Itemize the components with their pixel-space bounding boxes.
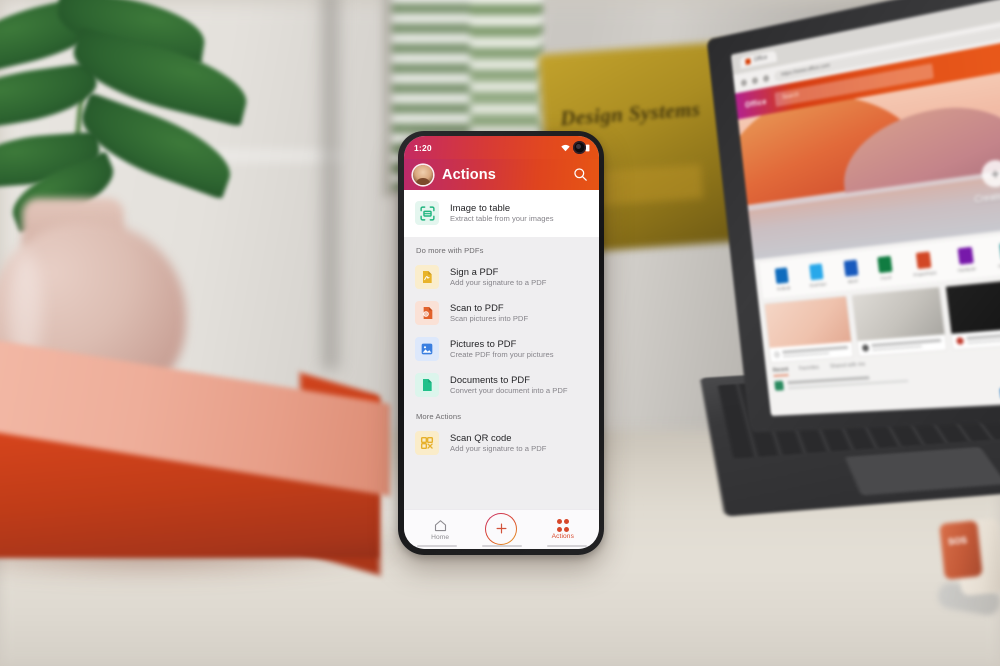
nav-item-home[interactable]: Home [413, 518, 467, 541]
card-avatar [956, 337, 965, 345]
action-title: Sign a PDF [450, 265, 499, 277]
nav-label: Actions [551, 532, 574, 540]
smartphone-device: 1:20 Actions Image to table Extract tabl… [398, 131, 604, 555]
forward-icon[interactable] [751, 76, 759, 85]
card-avatar [773, 351, 781, 359]
tab-favorites[interactable]: Favorites [799, 365, 820, 375]
app-tile[interactable]: PowerPoint [911, 251, 937, 278]
action-subtitle: Add your signature to a PDF [450, 444, 547, 454]
qr-code-icon [415, 431, 439, 455]
section-header: More Actions [416, 412, 462, 421]
action-subtitle: Add your signature to a PDF [450, 278, 547, 288]
action-title: Scan QR code [450, 431, 512, 443]
powerpoint-icon [915, 251, 932, 270]
card-thumbnail [946, 277, 1000, 334]
browser-tab-label: Office [753, 54, 768, 64]
sign-pdf-icon [415, 265, 439, 289]
action-item-scan-to-pdf[interactable]: Scan to PDF Scan pictures into PDF [404, 295, 599, 331]
scan-table-icon [415, 201, 439, 225]
action-subtitle: Create PDF from your pictures [450, 350, 554, 360]
document-card[interactable] [851, 286, 948, 358]
search-button[interactable] [571, 166, 589, 184]
scan-pdf-icon [415, 301, 439, 325]
app-tile[interactable]: Word [843, 259, 860, 285]
app-bar: Actions [404, 159, 599, 190]
actions-list[interactable]: Image to table Extract table from your i… [404, 190, 599, 509]
action-title: Scan to PDF [450, 301, 504, 313]
action-item-sign-a-pdf[interactable]: Sign a PDF Add your signature to a PDF [404, 259, 599, 295]
status-bar: 1:20 [404, 136, 599, 159]
office-brand: Office [744, 96, 767, 110]
app-label: OneNote [957, 266, 977, 274]
app-label: PowerPoint [913, 270, 937, 278]
excel-file-icon [774, 380, 785, 391]
app-label: Excel [880, 274, 892, 281]
app-tile[interactable]: OneDrive [807, 263, 827, 288]
photo-scene: Design Systems Office https://www.office… [0, 0, 1000, 666]
status-time: 1:20 [414, 142, 432, 153]
home-icon [434, 520, 446, 532]
search-icon [573, 168, 587, 181]
tube-label: SOS [947, 535, 968, 547]
word-icon [843, 259, 859, 277]
action-item-documents-to-pdf[interactable]: Documents to PDF Convert your document i… [404, 367, 599, 403]
card-avatar [861, 344, 869, 352]
tab-shared-with-me[interactable]: Shared with me [830, 362, 866, 373]
create-fab-button[interactable] [485, 513, 517, 545]
browser-tab[interactable]: Office [739, 50, 777, 69]
action-subtitle: Extract table from your images [450, 214, 554, 224]
action-title: Documents to PDF [450, 373, 530, 385]
section-do-more-with-pdfs: Do more with PDFs Sign a PDF Add your si [404, 237, 599, 403]
grid-dots-icon [556, 519, 570, 532]
wall-seam [318, 0, 344, 370]
app-label: Word [847, 278, 858, 285]
action-item-image-to-table[interactable]: Image to table Extract table from your i… [404, 195, 599, 231]
card-thumbnail [852, 287, 945, 342]
nav-label: Home [431, 534, 450, 541]
onenote-icon [957, 246, 974, 265]
document-card[interactable] [763, 295, 854, 364]
front-camera-punch-hole [573, 141, 586, 154]
app-tile[interactable]: OneNote [955, 246, 977, 274]
plus-icon [496, 523, 507, 534]
bottom-navigation: Home Actions [404, 509, 599, 549]
trackpad [844, 446, 1000, 496]
card-thumbnail [764, 296, 851, 348]
featured-card: Image to table Extract table from your i… [404, 190, 599, 237]
app-label: OneDrive [809, 281, 827, 289]
section-more-actions: More Actions Scan QR code Add your signa… [404, 403, 599, 461]
action-item-scan-qr-code[interactable]: Scan QR code Add your signature to a PDF [404, 425, 599, 461]
plus-icon: + [980, 158, 1000, 189]
excel-icon [876, 255, 893, 274]
action-title: Image to table [450, 201, 511, 213]
action-title: Pictures to PDF [450, 337, 517, 349]
app-tile[interactable]: Outlook [775, 267, 791, 292]
documents-pdf-icon [415, 373, 439, 397]
nav-item-actions[interactable]: Actions [536, 519, 590, 540]
document-card[interactable] [945, 276, 1000, 351]
reload-icon[interactable] [762, 74, 770, 82]
action-item-pictures-to-pdf[interactable]: Pictures to PDF Create PDF from your pic… [404, 331, 599, 367]
phone-screen: 1:20 Actions Image to table Extract tabl… [404, 136, 599, 549]
office-favicon [745, 58, 751, 65]
user-avatar[interactable] [413, 164, 433, 185]
gesture-navigation-bar [404, 545, 599, 547]
action-subtitle: Convert your document into a PDF [450, 386, 568, 396]
create-new-button[interactable]: + Create new [970, 157, 1000, 205]
app-tile[interactable]: SharePoint [996, 241, 1000, 269]
section-header: Do more with PDFs [416, 246, 484, 255]
outlook-icon [775, 267, 790, 284]
back-icon[interactable] [740, 78, 748, 87]
laptop-screen: Office https://www.office.com Office Sea… [730, 0, 1000, 416]
onedrive-icon [809, 263, 824, 281]
pictures-pdf-icon [415, 337, 439, 361]
app-label: Outlook [776, 285, 791, 292]
app-tile[interactable]: Excel [876, 255, 893, 281]
page-title: Actions [442, 166, 496, 183]
wifi-icon [561, 144, 570, 151]
tab-recent[interactable]: Recent [772, 366, 789, 377]
action-subtitle: Scan pictures into PDF [450, 314, 529, 324]
